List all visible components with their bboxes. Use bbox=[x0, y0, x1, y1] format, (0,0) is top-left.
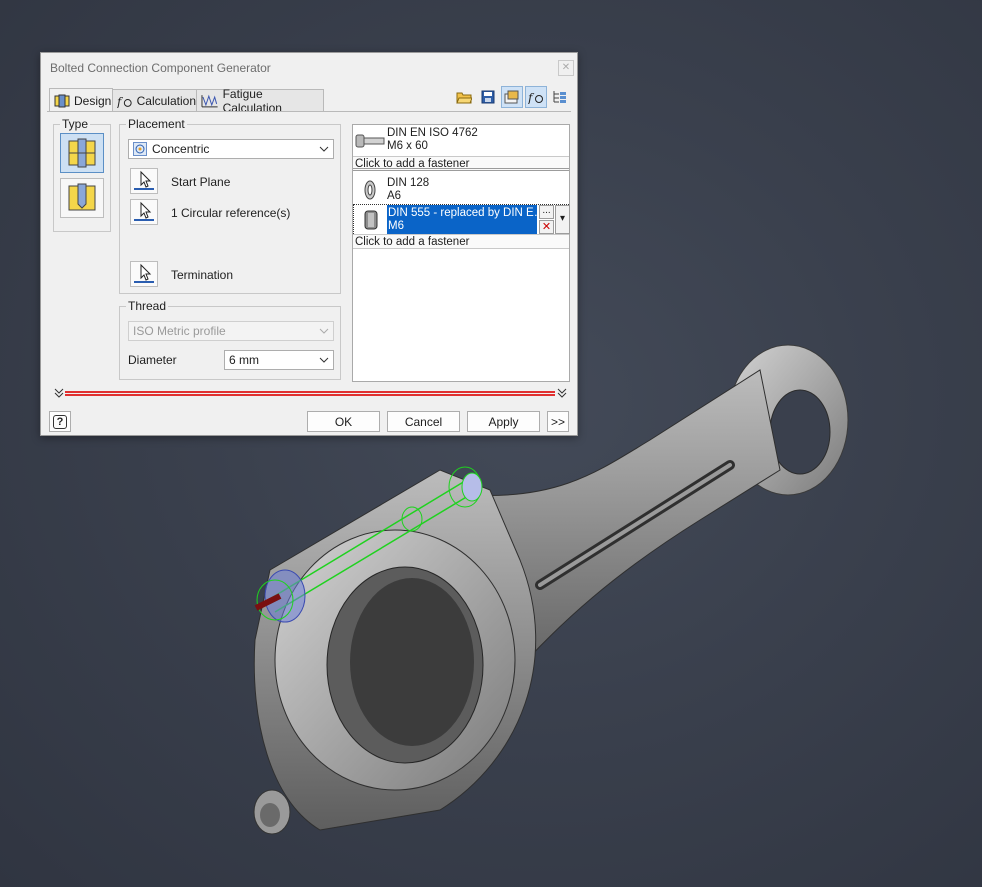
fastener-item-nut[interactable]: DIN 555 - replaced by DIN E… M6 ... ✕ ▾ bbox=[353, 204, 570, 236]
cursor-arrow-icon bbox=[140, 170, 152, 188]
chevron-down-icon bbox=[319, 146, 329, 152]
fastener-item-bolt[interactable]: DIN EN ISO 4762 M6 x 60 bbox=[353, 125, 569, 157]
chevron-down-icon bbox=[319, 328, 329, 334]
cancel-button[interactable]: Cancel bbox=[387, 411, 460, 432]
placement-type-value: Concentric bbox=[152, 142, 210, 156]
tree-button[interactable] bbox=[549, 86, 571, 108]
apply-button[interactable]: Apply bbox=[467, 411, 540, 432]
expand-double-chevron-icon[interactable] bbox=[53, 387, 65, 399]
delete-fastener-icon[interactable]: ✕ bbox=[539, 220, 554, 234]
tab-calculation-label: Calculation bbox=[136, 93, 196, 108]
circular-reference-label: 1 Circular reference(s) bbox=[171, 206, 291, 220]
expand-double-chevron-icon[interactable] bbox=[556, 387, 568, 399]
diameter-select[interactable]: 6 mm bbox=[224, 350, 334, 370]
fastener-dropdown-button[interactable]: ▾ bbox=[555, 205, 570, 234]
title-bar[interactable]: Bolted Connection Component Generator ✕ bbox=[41, 53, 577, 83]
blind-bolt-icon bbox=[68, 183, 96, 211]
chevron-down-icon bbox=[319, 357, 329, 363]
type-label: Type bbox=[60, 117, 91, 131]
options-button[interactable] bbox=[501, 86, 523, 108]
tree-icon bbox=[553, 91, 566, 103]
fx-calculation-icon: f bbox=[117, 94, 132, 108]
fastener-item-washer[interactable]: DIN 128 A6 bbox=[353, 175, 569, 207]
fastener-name: DIN 128 bbox=[387, 177, 430, 189]
fastener-size: A6 bbox=[387, 190, 402, 202]
svg-text:f: f bbox=[528, 91, 535, 104]
placement-label: Placement bbox=[126, 117, 187, 131]
placement-type-select[interactable]: Concentric bbox=[128, 139, 334, 159]
placement-group: Placement Concentric Start Plane 1 Circu… bbox=[119, 117, 341, 294]
termination-select-button[interactable] bbox=[130, 261, 158, 287]
concentric-icon bbox=[133, 142, 147, 156]
open-folder-icon bbox=[456, 92, 472, 104]
diameter-value: 6 mm bbox=[229, 353, 259, 367]
fastener-size: M6 x 60 bbox=[387, 140, 428, 152]
options-icon bbox=[504, 90, 519, 104]
help-button[interactable]: ? bbox=[49, 411, 71, 432]
calculate-button[interactable]: f bbox=[525, 86, 547, 108]
fastener-name: DIN EN ISO 4762 bbox=[387, 127, 478, 139]
cursor-arrow-icon bbox=[140, 263, 152, 281]
thread-group: Thread ISO Metric profile Diameter 6 mm bbox=[119, 299, 341, 380]
calculate-fx-icon: f bbox=[528, 91, 543, 104]
fastener-name: DIN 555 - replaced by DIN E… bbox=[388, 207, 546, 219]
ok-button[interactable]: OK bbox=[307, 411, 380, 432]
save-icon bbox=[481, 90, 495, 104]
termination-label: Termination bbox=[171, 268, 234, 282]
thread-profile-select[interactable]: ISO Metric profile bbox=[128, 321, 334, 341]
start-plane-select-button[interactable] bbox=[130, 168, 158, 194]
thread-profile-value: ISO Metric profile bbox=[133, 324, 226, 338]
diameter-label: Diameter bbox=[128, 353, 177, 367]
svg-text:f: f bbox=[117, 94, 124, 107]
fatigue-graph-icon bbox=[201, 94, 218, 107]
tab-calculation[interactable]: f Calculation bbox=[112, 89, 197, 111]
close-button[interactable]: ✕ bbox=[558, 60, 574, 76]
thread-label: Thread bbox=[126, 299, 169, 313]
circular-reference-select-button[interactable] bbox=[130, 199, 158, 225]
fastener-size: M6 bbox=[388, 220, 404, 232]
type-through-button[interactable] bbox=[60, 133, 104, 173]
cursor-arrow-icon bbox=[140, 201, 152, 219]
through-bolt-icon bbox=[68, 138, 96, 168]
add-fastener-row[interactable]: Click to add a fastener bbox=[353, 234, 569, 249]
dialog-toolbar: f bbox=[453, 86, 571, 108]
add-fastener-row[interactable]: Click to add a fastener bbox=[353, 156, 569, 171]
spring-washer-icon bbox=[364, 180, 376, 200]
tab-fatigue-calculation[interactable]: Fatigue Calculation bbox=[196, 87, 324, 115]
calculation-status-bar bbox=[65, 391, 555, 396]
design-tab-content: Type Placement Concentric Start Plane 1 … bbox=[47, 111, 571, 386]
save-button[interactable] bbox=[477, 86, 499, 108]
hex-nut-icon bbox=[364, 210, 378, 230]
more-button[interactable]: >> bbox=[547, 411, 569, 432]
dialog-title: Bolted Connection Component Generator bbox=[50, 61, 271, 75]
design-tab-icon bbox=[54, 94, 70, 107]
tab-design[interactable]: Design bbox=[49, 88, 113, 112]
fastener-list: DIN EN ISO 4762 M6 x 60 Click to add a f… bbox=[352, 124, 570, 382]
start-plane-label: Start Plane bbox=[171, 175, 231, 189]
help-icon: ? bbox=[53, 414, 67, 429]
fastener-browse-button[interactable]: ... bbox=[539, 205, 554, 219]
socket-screw-icon bbox=[355, 134, 385, 148]
tab-design-label: Design bbox=[74, 93, 112, 108]
bolted-connection-dialog: Bolted Connection Component Generator ✕ … bbox=[40, 52, 578, 436]
open-button[interactable] bbox=[453, 86, 475, 108]
type-group: Type bbox=[53, 117, 111, 232]
type-blind-button[interactable] bbox=[60, 178, 104, 218]
